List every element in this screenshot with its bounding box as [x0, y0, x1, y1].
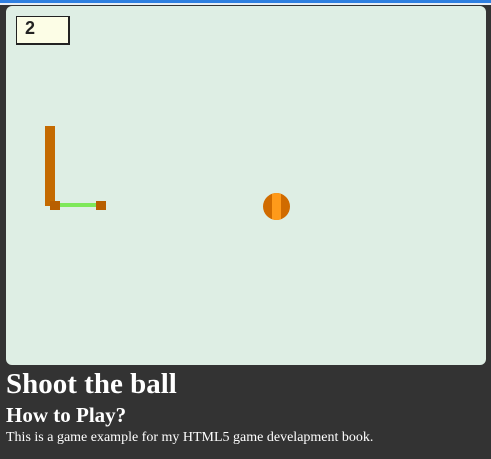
window-top-highlight — [0, 3, 491, 5]
slingshot-anchor-left — [50, 201, 60, 210]
how-to-play-heading: How to Play? — [6, 403, 127, 427]
ball-stripe — [272, 193, 281, 220]
score-display: 2 — [16, 16, 70, 45]
game-description: This is a game example for my HTML5 game… — [6, 430, 374, 445]
page-title: Shoot the ball — [6, 368, 177, 400]
ball[interactable] — [263, 193, 290, 220]
launcher-post — [45, 126, 55, 206]
slingshot-anchor-right[interactable] — [96, 201, 106, 210]
game-canvas[interactable]: 2 — [6, 6, 486, 365]
